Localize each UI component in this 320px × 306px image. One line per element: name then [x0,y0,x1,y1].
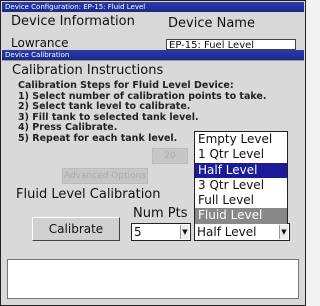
calibrate-button[interactable]: Calibrate [32,217,120,241]
level-option[interactable]: 3 Qtr Level [195,178,287,193]
level-dropdown-list[interactable]: Empty Level 1 Qtr Level Half Level 3 Qtr… [194,131,288,224]
chevron-down-icon[interactable]: ▼ [180,225,189,239]
step-line: 2) Select tank level to calibrate. [18,101,191,112]
level-option-current[interactable]: Fluid Level [195,208,287,224]
device-information-label: Device Information [11,14,135,29]
dialog-title-bar: Device Calibration [2,50,304,60]
status-area [7,259,299,299]
ghost-advanced-options: Advanced Options [62,168,148,184]
device-name-label: Device Name [168,16,255,31]
step-line: Calibration Steps for Fluid Level Device… [18,80,234,91]
num-pts-select[interactable]: 5 ▼ [131,223,191,241]
manufacturer-field: Lowrance [11,37,69,49]
num-pts-value: 5 [134,225,142,239]
calibration-instructions-heading: Calibration Instructions [12,63,164,78]
background-window-title: Device Configuration: EP-15: Fluid Level [2,2,304,12]
level-option[interactable]: 1 Qtr Level [195,147,287,162]
chevron-down-icon[interactable]: ▼ [279,225,288,239]
level-option[interactable]: Full Level [195,193,287,208]
screen-frame: Device Configuration: EP-15: Fluid Level… [0,0,306,306]
fluid-level-calibration-label: Fluid Level Calibration [16,187,161,202]
ghost-field: 20 [152,148,188,164]
level-option[interactable]: Empty Level [195,132,287,147]
level-option-highlighted[interactable]: Half Level [195,162,287,178]
level-select-value: Half Level [197,225,257,239]
num-pts-label: Num Pts [133,206,188,221]
device-name-field[interactable]: EP-15: Fuel Level [166,39,296,50]
level-select[interactable]: Half Level ▼ [194,223,290,241]
